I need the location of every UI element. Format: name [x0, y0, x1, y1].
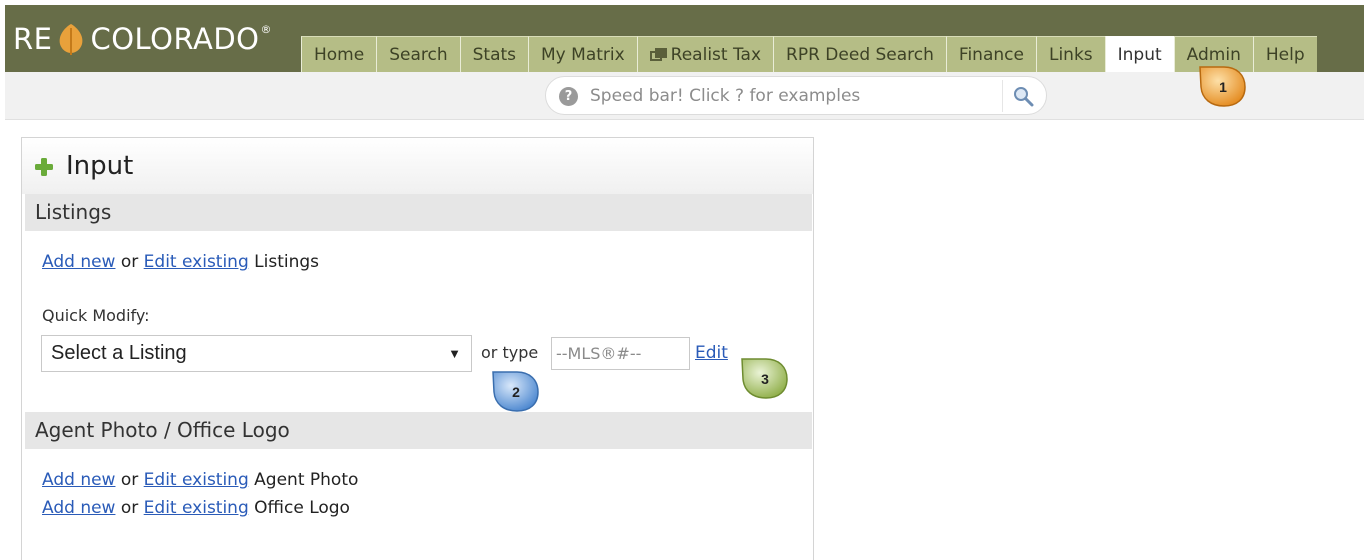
- tab-home[interactable]: Home: [301, 36, 377, 72]
- tab-my-matrix[interactable]: My Matrix: [528, 36, 637, 72]
- tab-search-label: Search: [389, 44, 448, 65]
- edit-existing-agent-photo-link[interactable]: Edit existing: [144, 470, 249, 490]
- tab-finance-label: Finance: [958, 44, 1024, 65]
- mls-number-input[interactable]: [551, 337, 690, 370]
- listings-section-header: Listings: [25, 194, 812, 231]
- or-type-label: or type: [481, 343, 539, 362]
- tab-stats[interactable]: Stats: [459, 36, 529, 72]
- logo-text-colorado: COLORADO: [90, 22, 260, 56]
- or-text: or: [120, 470, 139, 490]
- tab-links-label: Links: [1048, 44, 1093, 65]
- header-bar: RE COLORADO ® Home Search Stats My Matri…: [5, 5, 1364, 72]
- window-icon: [649, 47, 668, 62]
- tab-rpr-deed-search-label: RPR Deed Search: [786, 44, 934, 65]
- select-listing-dropdown[interactable]: Select a Listing ▼: [41, 335, 472, 372]
- registered-mark: ®: [260, 22, 272, 36]
- dropdown-arrow-icon: ▼: [448, 346, 461, 361]
- speed-bar-divider: [1002, 80, 1003, 112]
- agent-photo-suffix: Agent Photo: [254, 470, 359, 490]
- select-listing-value: Select a Listing: [51, 342, 187, 364]
- quick-modify-label: Quick Modify:: [42, 306, 150, 325]
- tab-help-label: Help: [1265, 44, 1305, 65]
- help-icon[interactable]: ?: [559, 87, 578, 106]
- re-colorado-logo[interactable]: RE COLORADO ®: [13, 19, 272, 59]
- add-new-office-logo-link[interactable]: Add new: [42, 498, 115, 518]
- logo-text-re: RE: [13, 22, 53, 56]
- search-icon[interactable]: [1012, 85, 1034, 107]
- callout-marker-1: 1: [1198, 65, 1248, 109]
- add-new-listing-link[interactable]: Add new: [42, 252, 115, 272]
- or-text: or: [120, 252, 139, 272]
- listings-links: Add new or Edit existing Listings: [42, 252, 319, 272]
- callout-2-number: 2: [512, 384, 520, 400]
- tab-realist-tax[interactable]: Realist Tax: [636, 36, 774, 72]
- tab-input[interactable]: Input: [1104, 36, 1174, 72]
- agent-photo-links: Add new or Edit existing Agent Photo: [42, 470, 358, 490]
- page-title: Input: [66, 151, 134, 181]
- tab-realist-tax-label: Realist Tax: [670, 44, 762, 65]
- aspen-leaf-icon: [60, 24, 83, 55]
- edit-existing-listing-link[interactable]: Edit existing: [144, 252, 249, 272]
- office-logo-suffix: Office Logo: [254, 498, 350, 518]
- tab-search[interactable]: Search: [376, 36, 460, 72]
- tab-home-label: Home: [314, 44, 365, 65]
- agent-photo-section-header: Agent Photo / Office Logo: [25, 412, 812, 449]
- tab-finance[interactable]: Finance: [945, 36, 1036, 72]
- tab-links[interactable]: Links: [1035, 36, 1105, 72]
- tab-rpr-deed-search[interactable]: RPR Deed Search: [773, 36, 946, 72]
- speed-bar: ?: [545, 76, 1047, 115]
- tab-input-label: Input: [1117, 44, 1162, 65]
- callout-marker-3: 3: [740, 357, 790, 401]
- panel-header: Input: [22, 138, 813, 194]
- input-panel: Input Listings Add new or Edit existing …: [21, 137, 814, 560]
- tab-my-matrix-label: My Matrix: [541, 44, 625, 65]
- tab-stats-label: Stats: [472, 44, 517, 65]
- main-nav-tabs: Home Search Stats My Matrix Realist Tax …: [301, 36, 1317, 72]
- tab-admin-label: Admin: [1186, 44, 1241, 65]
- plus-icon: [35, 158, 53, 176]
- callout-3-number: 3: [761, 371, 769, 387]
- or-text: or: [120, 498, 139, 518]
- edit-listing-link[interactable]: Edit: [695, 343, 728, 363]
- edit-existing-office-logo-link[interactable]: Edit existing: [144, 498, 249, 518]
- add-new-agent-photo-link[interactable]: Add new: [42, 470, 115, 490]
- listings-suffix: Listings: [254, 252, 320, 272]
- callout-1-number: 1: [1219, 79, 1227, 95]
- callout-marker-2: 2: [491, 370, 541, 414]
- tab-help[interactable]: Help: [1252, 36, 1317, 72]
- speed-bar-input[interactable]: [590, 84, 1000, 108]
- office-logo-links: Add new or Edit existing Office Logo: [42, 498, 350, 518]
